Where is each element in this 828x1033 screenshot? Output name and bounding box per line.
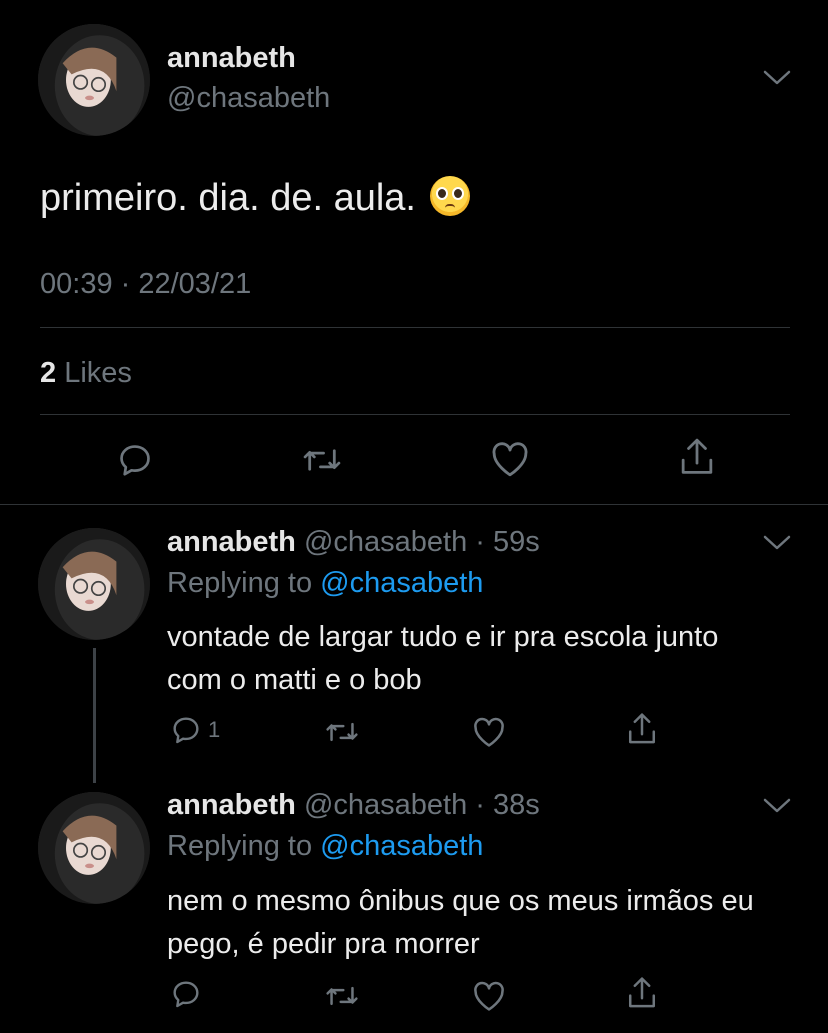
- replying-mention-link[interactable]: @chasabeth: [320, 830, 483, 862]
- reply-button[interactable]: [170, 978, 202, 1010]
- reply-count: 1: [208, 717, 221, 742]
- reply-icon: [173, 717, 199, 744]
- like-icon: [474, 981, 504, 1011]
- reply-text: vontade de largar tudo e ir pra escola j…: [167, 621, 719, 696]
- reply-button[interactable]: [116, 441, 154, 479]
- avatar[interactable]: [38, 792, 150, 904]
- reply-text: nem o mesmo ônibus que os meus irmãos eu…: [167, 885, 754, 960]
- replying-to: Replying to @chasabeth: [167, 567, 483, 600]
- like-button[interactable]: [472, 716, 506, 748]
- divider: [0, 504, 828, 505]
- tweet-text: primeiro. dia. de. aula.: [40, 176, 470, 220]
- retweet-icon: [326, 986, 358, 1006]
- avatar[interactable]: [38, 24, 150, 136]
- replying-prefix: Replying to: [167, 830, 313, 862]
- retweet-button[interactable]: [302, 441, 342, 479]
- share-button[interactable]: [626, 712, 658, 746]
- reply-author-name[interactable]: annabeth: [167, 526, 296, 558]
- like-icon: [474, 717, 504, 747]
- like-button[interactable]: [472, 980, 506, 1012]
- replying-to: Replying to @chasabeth: [167, 830, 483, 863]
- reply-icon: [120, 445, 150, 476]
- retweet-icon: [326, 722, 358, 742]
- likes-label: Likes: [64, 357, 132, 389]
- author-handle[interactable]: @chasabeth: [167, 82, 330, 115]
- divider: [40, 327, 790, 328]
- share-icon: [681, 438, 713, 474]
- share-button[interactable]: [626, 976, 658, 1010]
- retweet-button[interactable]: [325, 716, 359, 748]
- thread-connector: [93, 648, 96, 783]
- reply-button[interactable]: 1: [170, 714, 220, 746]
- replying-mention-link[interactable]: @chasabeth: [320, 567, 483, 599]
- likes-count[interactable]: 2 Likes: [40, 357, 132, 390]
- retweet-icon: [303, 449, 341, 471]
- reply-header[interactable]: annabeth @chasabeth · 59s: [167, 526, 540, 559]
- share-icon: [628, 713, 656, 744]
- retweet-button[interactable]: [325, 980, 359, 1012]
- author-name[interactable]: annabeth: [167, 42, 296, 75]
- share-icon: [628, 977, 656, 1008]
- reply-handle-time: @chasabeth · 38s: [303, 789, 540, 821]
- pleading-face-emoji-icon: [429, 176, 470, 216]
- reply-author-name[interactable]: annabeth: [167, 789, 296, 821]
- avatar[interactable]: [38, 528, 150, 640]
- chevron-down-icon[interactable]: [762, 796, 792, 816]
- like-icon: [492, 442, 528, 477]
- like-button[interactable]: [490, 440, 530, 478]
- replying-prefix: Replying to: [167, 567, 313, 599]
- reply-handle-time: @chasabeth · 59s: [303, 526, 540, 558]
- chevron-down-icon[interactable]: [762, 68, 792, 88]
- likes-number: 2: [40, 357, 57, 389]
- tweet-detail-screen: annabeth @chasabeth primeiro. dia. de. a…: [0, 0, 828, 1033]
- chevron-down-icon[interactable]: [762, 533, 792, 553]
- share-button[interactable]: [678, 437, 716, 477]
- tweet-timestamp[interactable]: 00:39 · 22/03/21: [40, 268, 251, 301]
- divider: [40, 414, 790, 415]
- reply-header[interactable]: annabeth @chasabeth · 38s: [167, 789, 540, 822]
- tweet-text-content: primeiro. dia. de. aula.: [40, 177, 416, 219]
- reply-icon: [173, 981, 199, 1008]
